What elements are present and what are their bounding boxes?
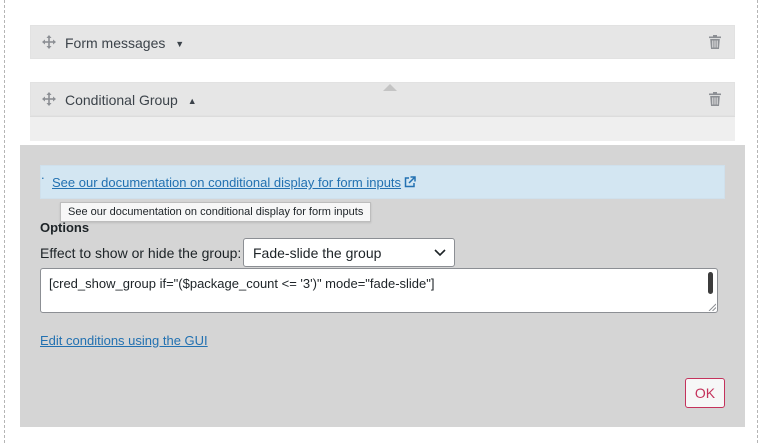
options-heading: Options [40,220,90,235]
popover-arrow-icon [383,84,397,91]
caret-down-icon[interactable]: ▼ [175,39,184,49]
row-title-label: Form messages [65,35,166,51]
shortcode-value: [cred_show_group if="($package_count <= … [49,276,435,291]
documentation-link-text: See our documentation on conditional dis… [52,175,402,190]
external-link-icon [404,176,416,188]
shortcode-textarea[interactable]: [cred_show_group if="($package_count <= … [40,268,718,313]
documentation-notice: See our documentation on conditional dis… [40,165,725,199]
group-body-strip [30,116,735,141]
row-title[interactable]: Form messages ▼ [65,35,184,51]
trash-icon[interactable] [709,92,721,106]
row-title-label: Conditional Group [65,92,178,108]
conditional-display-panel: See our documentation on conditional dis… [20,145,745,427]
documentation-tooltip: See our documentation on conditional dis… [60,202,372,222]
field-row-form-messages[interactable]: Form messages ▼ [30,25,735,59]
edit-conditions-gui-link[interactable]: Edit conditions using the GUI [40,333,208,348]
move-icon[interactable] [42,35,56,49]
textarea-scrollbar[interactable] [708,272,713,294]
notice-period: . [41,167,45,182]
move-icon[interactable] [42,92,56,106]
resize-handle-icon[interactable] [708,303,716,311]
container-dashed-border-left [4,0,5,443]
chevron-down-icon [434,249,446,257]
effect-label: Effect to show or hide the group: [40,245,242,261]
effect-select[interactable]: Fade-slide the group [243,238,455,267]
caret-up-icon[interactable]: ▲ [188,96,197,106]
trash-icon[interactable] [709,35,721,49]
ok-button[interactable]: OK [685,378,725,408]
effect-select-value: Fade-slide the group [253,245,382,261]
documentation-link[interactable]: See our documentation on conditional dis… [52,175,416,190]
row-title[interactable]: Conditional Group ▲ [65,92,197,108]
container-dashed-border-right [757,0,758,443]
